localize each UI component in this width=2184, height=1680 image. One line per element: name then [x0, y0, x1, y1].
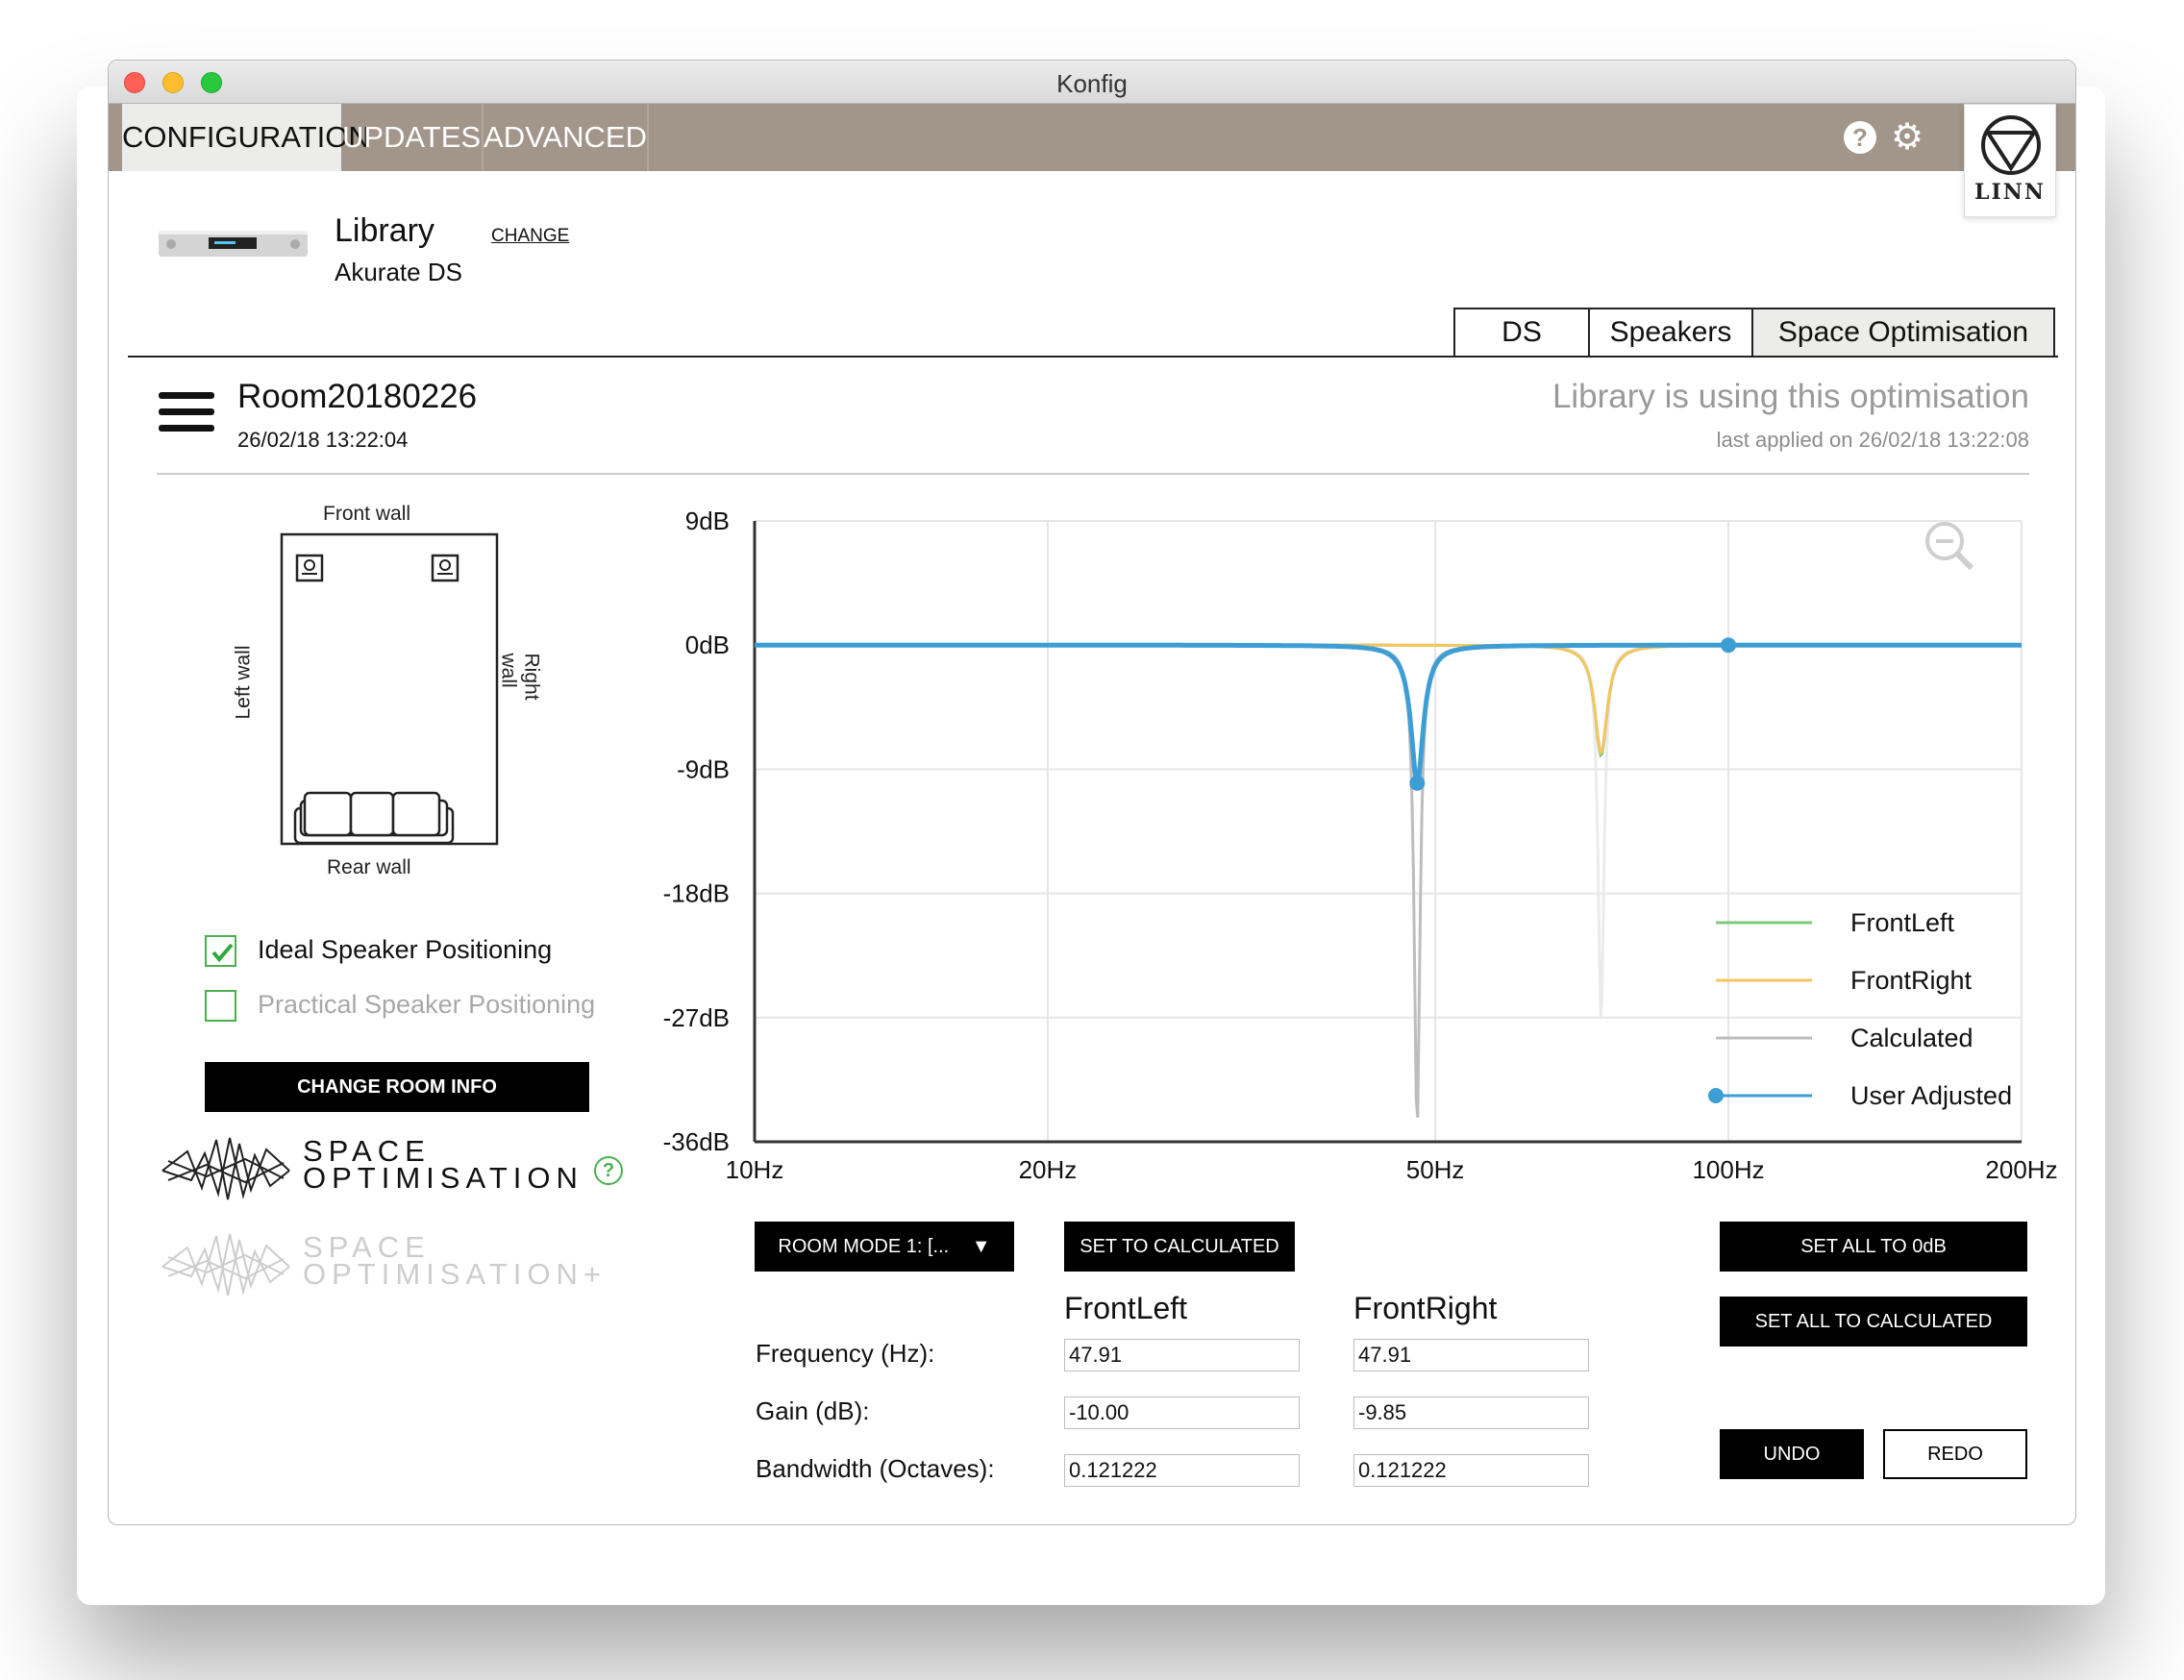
y-tick-label: -9dB: [677, 754, 730, 783]
front-right-frequency-input[interactable]: 47.91: [1353, 1339, 1589, 1371]
front-right-gain-input[interactable]: -9.85: [1353, 1396, 1589, 1429]
y-tick-label: -27dB: [663, 1003, 730, 1032]
set-all-0db-button[interactable]: SET ALL TO 0dB: [1720, 1222, 2027, 1272]
y-tick-label: 0dB: [685, 630, 730, 659]
front-left-gain-input[interactable]: -10.00: [1064, 1396, 1300, 1429]
room-mode-value: ROOM MODE 1: [...: [778, 1236, 950, 1257]
eq-response-chart[interactable]: 9dB 0dB -9dB -18dB -27dB -36dB10Hz 20Hz 50Hz 100…: [109, 61, 2076, 1252]
x-tick-label: 200Hz: [1985, 1155, 2057, 1184]
app-window: Konfig CONFIGURATION UPDATES ADVANCED ? …: [108, 60, 2076, 1525]
front-left-bandwidth-input[interactable]: 0.121222: [1064, 1454, 1300, 1487]
x-tick-label: 100Hz: [1692, 1155, 1764, 1184]
frequency-label: Frequency (Hz):: [756, 1339, 935, 1368]
series-point: [1721, 637, 1737, 654]
legend-label: FrontLeft: [1850, 908, 1955, 937]
front-right-bandwidth-input[interactable]: 0.121222: [1353, 1454, 1589, 1487]
x-tick-label: 10Hz: [726, 1155, 784, 1184]
room-mode-dropdown[interactable]: ROOM MODE 1: [... ▼: [755, 1222, 1014, 1272]
x-tick-label: 50Hz: [1406, 1155, 1465, 1184]
set-all-calculated-button[interactable]: SET ALL TO CALCULATED: [1720, 1297, 2027, 1346]
y-tick-label: -36dB: [663, 1127, 730, 1156]
front-left-frequency-input[interactable]: 47.91: [1064, 1339, 1300, 1371]
legend-label: User Adjusted: [1850, 1081, 2012, 1110]
gain-label: Gain (dB):: [756, 1396, 870, 1425]
front-right-header: FrontRight: [1353, 1291, 1498, 1325]
x-tick-label: 20Hz: [1019, 1155, 1078, 1184]
legend-marker: [1708, 1088, 1724, 1103]
legend-label: FrontRight: [1850, 966, 1973, 995]
y-tick-label: 9dB: [685, 506, 730, 535]
bandwidth-label: Bandwidth (Octaves):: [756, 1454, 995, 1483]
set-to-calculated-button[interactable]: SET TO CALCULATED: [1064, 1222, 1295, 1272]
series-point: [1409, 775, 1426, 791]
so-plus-logo-line2: OPTIMISATION+: [303, 1257, 607, 1291]
legend-label: Calculated: [1850, 1024, 1973, 1052]
y-tick-label: -18dB: [663, 879, 730, 908]
redo-button[interactable]: REDO: [1883, 1429, 2027, 1479]
chevron-down-icon: ▼: [971, 1236, 991, 1257]
undo-button[interactable]: UNDO: [1720, 1429, 1864, 1479]
plot-area: [755, 521, 2022, 1142]
front-left-header: FrontLeft: [1064, 1291, 1188, 1325]
